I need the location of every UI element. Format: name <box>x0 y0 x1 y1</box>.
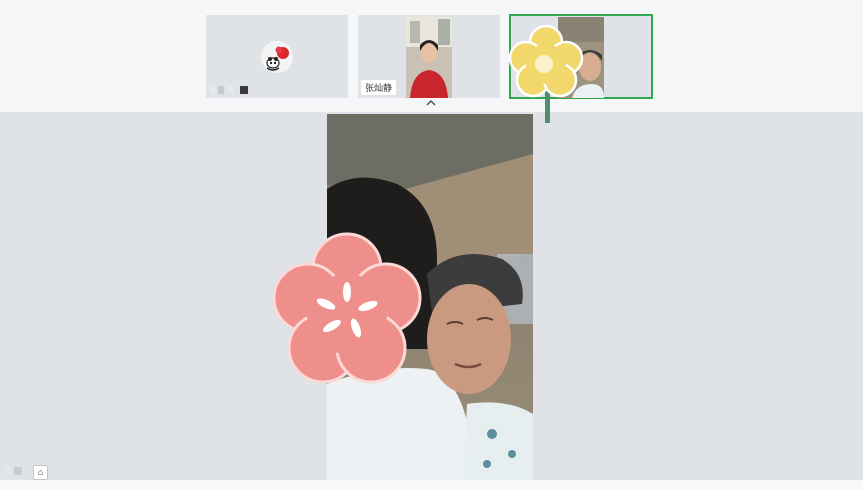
lock-icon[interactable]: ⌂ <box>33 465 48 480</box>
participant-tile-1[interactable] <box>206 15 348 98</box>
bottom-bar <box>0 480 863 490</box>
participant-video-feed <box>406 17 452 98</box>
corner-controls: ⌂ <box>4 463 48 480</box>
redacted-block <box>14 467 22 475</box>
redacted-block <box>4 467 12 475</box>
participant-strip: 张灿静 <box>0 0 863 112</box>
participant-name-label: 张灿静 <box>361 80 397 95</box>
participant-name-redacted <box>210 84 256 94</box>
pink-flower-icon <box>268 226 426 390</box>
chevron-up-icon[interactable] <box>424 99 438 109</box>
panda-avatar-icon <box>261 41 293 73</box>
yellow-flower-icon <box>506 24 586 124</box>
participant-tile-2[interactable]: 张灿静 <box>358 15 500 98</box>
